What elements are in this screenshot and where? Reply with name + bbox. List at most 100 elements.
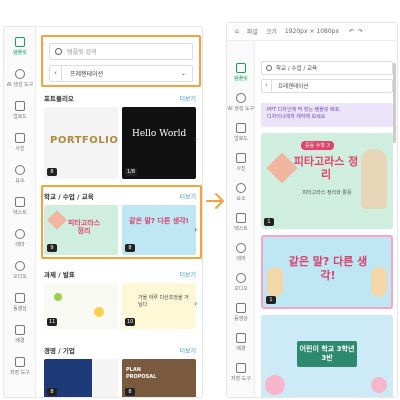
rail-text[interactable]: 텍스트 [4, 195, 36, 219]
upload-icon [236, 123, 246, 133]
promo-line-2: 디자이너에게 제작해 보세요 [267, 114, 326, 120]
template-panel-after: ⌂ 파일 크기 1920px × 1080px ↶ ↷ 템플릿 AI 생성 도구… [226, 22, 398, 398]
background-icon [236, 333, 246, 343]
promo-line-1: PPT 디자인에 딱 맞는 템플릿 배포, [267, 107, 341, 113]
video-icon [236, 303, 246, 313]
thumb-title: Hello World [132, 129, 187, 139]
rail-audio[interactable]: 오디오 [227, 271, 255, 295]
search-placeholder: 템플릿 검색 [67, 49, 97, 56]
template-thumb-assignment-2[interactable]: 가을 하루 다산초당을 거닐다 10 [122, 283, 196, 329]
more-link[interactable]: 더보기 [179, 94, 196, 103]
photo-icon [236, 153, 246, 163]
thumb-title: PLAN PROPOSAL [126, 367, 157, 380]
dot-decoration [94, 307, 104, 317]
section-header-portfolio: 포트폴리오 더보기 [44, 93, 196, 103]
template-card-pythagoras[interactable]: 중등 수학 2 피타고라스 정리 피타고라스 정리와 활용 1 [261, 133, 393, 229]
card-kicker: 중등 수학 2 [301, 141, 334, 150]
rail-background[interactable]: 배경 [4, 323, 36, 347]
save-tools-icon [15, 357, 25, 367]
rail-template[interactable]: 템플릿 [4, 35, 36, 59]
save-tools-icon [236, 363, 246, 373]
size-menu[interactable]: 크기 [266, 27, 277, 36]
rail-elements[interactable]: 요소 [227, 181, 255, 205]
rail-audio[interactable]: 오디오 [4, 259, 36, 283]
next-chevron-icon[interactable]: › [194, 299, 197, 308]
rail-upload[interactable]: 업로드 [4, 99, 36, 123]
promo-banner[interactable]: PPT 디자인에 딱 맞는 템플릿 배포, 디자이너에게 제작해 보세요 [261, 103, 393, 127]
rail-theme[interactable]: 테마 [227, 241, 255, 265]
video-icon [15, 293, 25, 303]
rail-theme[interactable]: 테마 [4, 227, 36, 251]
template-thumb-business-2[interactable]: PLAN PROPOSAL 8 [122, 359, 196, 397]
rail-ai-tools[interactable]: AI 생성 도구 [4, 67, 36, 91]
rail-ai-tools[interactable]: AI 생성 도구 [227, 91, 255, 115]
ai-tools-icon [15, 69, 25, 79]
rail-save-tools[interactable]: 저장 도구 [4, 355, 36, 379]
character-illustration [267, 267, 283, 297]
right-sidebar-rail: 템플릿 AI 생성 도구 업로드 사진 요소 텍스트 테마 오디오 동영상 배경… [227, 41, 255, 397]
left-sidebar-rail: 템플릿 AI 생성 도구 업로드 사진 요소 텍스트 테마 오디오 동영상 배경… [4, 27, 36, 397]
home-icon[interactable]: ⌂ [235, 28, 239, 35]
section-title: 과제 / 발표 [44, 271, 75, 279]
rail-photo[interactable]: 사진 [4, 131, 36, 155]
elements-icon [15, 165, 25, 175]
section-highlight-box [41, 185, 202, 259]
flower-decoration [371, 377, 387, 393]
redo-icon[interactable]: ↷ [358, 28, 363, 35]
template-thumb-portfolio-2[interactable]: Hello World 1/8 [122, 107, 196, 179]
theme-icon [15, 229, 25, 239]
upload-icon [15, 101, 25, 111]
undo-icon[interactable]: ↶ [349, 28, 354, 35]
character-illustration [371, 267, 387, 297]
background-icon [15, 325, 25, 335]
thumb-title: 가을 하루 다산초당을 거닐다 [138, 295, 189, 308]
photo-icon [15, 133, 25, 143]
flower-decoration [265, 375, 285, 395]
audio-icon [15, 261, 25, 271]
rail-background[interactable]: 배경 [227, 331, 255, 355]
rail-photo[interactable]: 사진 [227, 151, 255, 175]
search-icon [266, 65, 272, 71]
template-card-classroom[interactable]: 어린이 학교 3학년 3반 [261, 315, 393, 397]
template-thumb-portfolio-1[interactable]: PORTFOLIO 8 [44, 107, 118, 179]
template-search-input[interactable]: 템플릿 검색 [49, 43, 193, 60]
rail-save-tools[interactable]: 저장 도구 [227, 361, 255, 385]
card-subtitle: 피타고라스 정리와 활용 [302, 190, 352, 196]
category-value: 프레젠테이션 [70, 71, 104, 78]
template-icon [15, 37, 25, 47]
template-card-same-word[interactable]: 같은 말? 다른 생각! 1 [261, 235, 393, 309]
category-select[interactable]: ‹ 프레젠테이션 ⌄ [49, 65, 193, 82]
rail-template[interactable]: 템플릿 [227, 61, 255, 85]
category-select[interactable]: ‹ 프레젠테이션 [261, 79, 393, 93]
section-header-assignment: 과제 / 발표 더보기 [44, 269, 196, 279]
rail-elements[interactable]: 요소 [4, 163, 36, 187]
rail-text[interactable]: 텍스트 [227, 211, 255, 235]
template-thumb-business-1[interactable]: 8 [44, 359, 118, 397]
page-count-badge: 1 [266, 296, 276, 304]
section-title: 포트폴리오 [44, 95, 74, 103]
canvas-size[interactable]: 1920px × 1080px [285, 28, 339, 35]
text-icon [15, 197, 25, 207]
page-count-badge: 10 [125, 318, 136, 326]
editor-topbar: ⌂ 파일 크기 1920px × 1080px ↶ ↷ [227, 23, 397, 41]
comparison-screenshot: 템플릿 AI 생성 도구 업로드 사진 요소 텍스트 테마 오디오 동영상 배경… [0, 0, 400, 400]
rail-video[interactable]: 동영상 [4, 291, 36, 315]
template-thumb-assignment-1[interactable]: 11 [44, 283, 118, 329]
page-count-badge: 8 [47, 168, 57, 176]
section-title: 경영 / 기업 [44, 347, 75, 355]
rail-video[interactable]: 동영상 [227, 301, 255, 325]
back-chevron-icon[interactable]: ‹ [50, 66, 62, 81]
template-search-input[interactable]: 학교 / 수업 / 교육 [261, 61, 393, 75]
more-link[interactable]: 더보기 [179, 270, 196, 279]
back-chevron-icon[interactable]: ‹ [262, 80, 272, 92]
character-illustration [361, 149, 387, 209]
next-chevron-icon[interactable]: › [194, 135, 197, 144]
ai-tools-icon [236, 93, 246, 103]
card-title: 같은 말? 다른 생각! [288, 255, 368, 282]
scrollbar[interactable] [393, 63, 396, 143]
rail-upload[interactable]: 업로드 [227, 121, 255, 145]
theme-icon [236, 243, 246, 253]
more-link[interactable]: 더보기 [179, 346, 196, 355]
file-menu[interactable]: 파일 [247, 27, 258, 36]
template-panel-before: 템플릿 AI 생성 도구 업로드 사진 요소 텍스트 테마 오디오 동영상 배경… [3, 26, 203, 398]
